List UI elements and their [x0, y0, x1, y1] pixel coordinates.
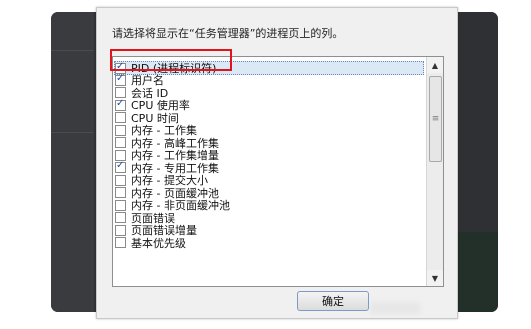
ok-button[interactable]: 确定 [297, 291, 369, 311]
column-checkbox[interactable]: ✓ [115, 72, 126, 86]
obscured-area [370, 302, 420, 314]
list-item[interactable]: 基本优先级 [115, 236, 186, 250]
column-label: 基本优先级 [131, 236, 186, 250]
grip-icon: ≡ [431, 113, 440, 124]
checkmark-icon: ✓ [116, 72, 125, 84]
column-checkbox[interactable] [115, 137, 126, 148]
scroll-up-arrow-icon[interactable]: ▲ [427, 57, 443, 73]
column-checkbox[interactable] [115, 199, 126, 211]
column-checkbox[interactable] [115, 224, 126, 236]
checkmark-icon: ✓ [116, 97, 125, 109]
column-checkbox[interactable] [115, 149, 126, 161]
divider [51, 132, 94, 133]
column-checkbox[interactable] [115, 112, 126, 123]
column-checkbox[interactable]: ✓ [115, 160, 126, 173]
column-checkbox[interactable] [115, 87, 126, 98]
column-checkbox[interactable] [115, 212, 126, 223]
column-checkbox[interactable] [115, 237, 126, 248]
background-right-panel [452, 12, 498, 312]
scroll-down-arrow-icon[interactable]: ▼ [427, 270, 443, 286]
background-left-panel [51, 12, 94, 312]
vertical-scrollbar[interactable]: ▲ ≡ ▼ [426, 57, 443, 286]
column-checkbox[interactable]: ✓ [115, 97, 126, 111]
background-right-green [452, 232, 498, 312]
columns-listbox[interactable]: ✓ PID (进程标识符) ✓ 用户名 会话 ID ✓ CPU 使用率 CPU 时间 内存 - … [112, 56, 444, 287]
dialog-description: 请选择将显示在“任务管理器”的进程页上的列。 [112, 27, 344, 40]
column-checkbox[interactable] [115, 124, 126, 136]
checkmark-icon: ✓ [116, 160, 125, 171]
divider [51, 50, 94, 51]
annotation-highlight-box [110, 49, 232, 71]
column-checkbox[interactable] [115, 187, 126, 198]
column-checkbox[interactable] [115, 174, 126, 186]
scrollbar-thumb[interactable]: ≡ [429, 76, 442, 162]
